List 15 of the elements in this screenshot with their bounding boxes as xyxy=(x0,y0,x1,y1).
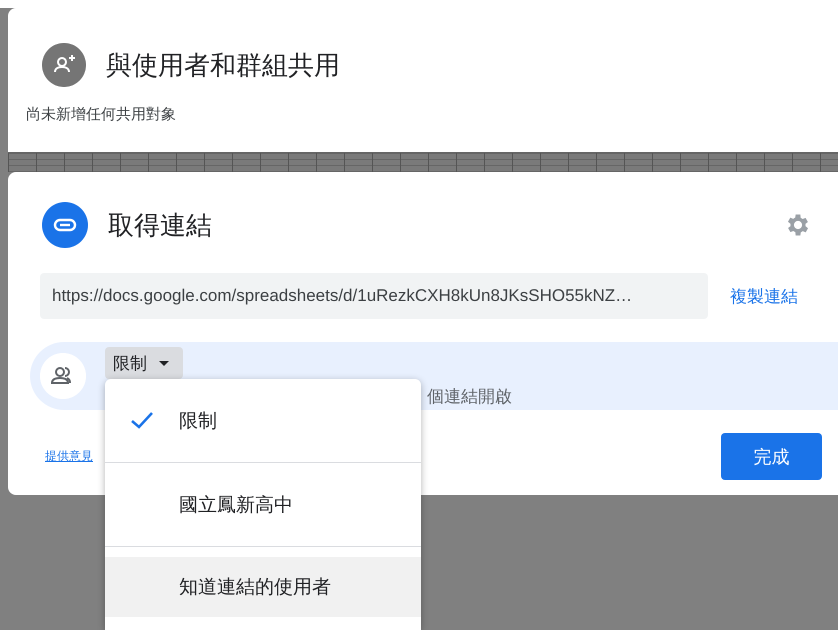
caret-icon xyxy=(159,360,169,366)
done-button[interactable]: 完成 xyxy=(721,433,822,480)
dialog-title: 與使用者和群組共用 xyxy=(106,48,340,82)
dialog-title: 取得連結 xyxy=(108,208,213,242)
access-option[interactable]: 國立鳳新高中 xyxy=(105,463,421,547)
link-icon xyxy=(42,202,88,248)
access-option[interactable]: 限制 xyxy=(105,379,421,463)
copy-link-button[interactable]: 複製連結 xyxy=(730,284,798,308)
add-person-icon xyxy=(42,43,86,87)
access-option[interactable]: 知道連結的使用者 xyxy=(105,557,421,617)
share-status-text: 尚未新增任何共用對象 xyxy=(26,105,177,124)
link-url-field[interactable]: https://docs.google.com/spreadsheets/d/1uRezkCXH8kUn8JKsSHO55kNZ… xyxy=(40,273,708,319)
access-description: 個連結開啟 xyxy=(427,386,512,408)
access-dropdown[interactable]: 限制 xyxy=(105,347,183,379)
feedback-link[interactable]: 提供意見 xyxy=(45,448,93,465)
